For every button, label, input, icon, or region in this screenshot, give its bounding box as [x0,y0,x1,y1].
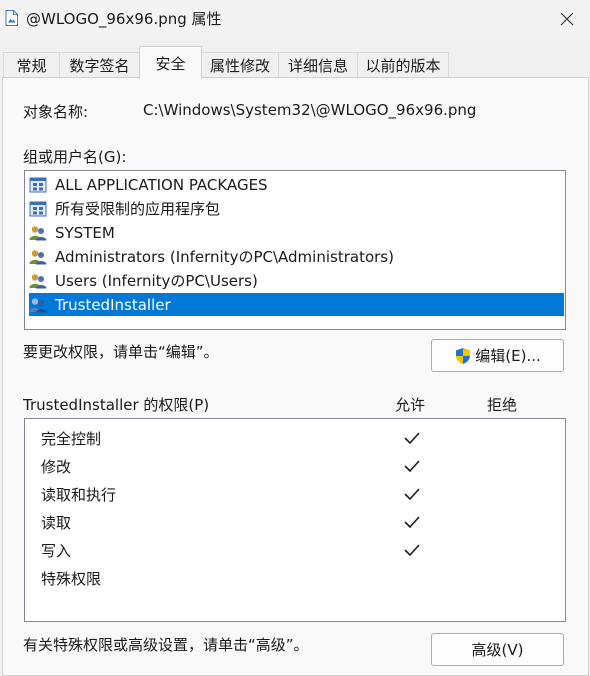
permissions-label: TrustedInstaller 的权限(P) [23,396,210,414]
permission-row: 写入 [25,536,565,564]
groups-label: 组或用户名(G): [23,148,127,166]
tab-general[interactable]: 常规 [3,52,60,78]
permission-row: 读取和执行 [25,480,565,508]
group-item-administrators[interactable]: Administrators (InfernityのPC\Administrat… [29,245,564,268]
check-icon [404,544,420,557]
uac-shield-icon [456,347,471,364]
tab-previous-versions[interactable]: 以前的版本 [357,52,449,78]
edit-button[interactable]: 编辑(E)... [431,339,564,372]
object-name-value: C:\Windows\System32\@WLOGO_96x96.png [143,101,477,119]
permissions-list[interactable]: 完全控制 修改 读取和执行 读取 写入 特殊权限 [24,418,566,622]
security-panel: 对象名称: C:\Windows\System32\@WLOGO_96x96.p… [2,77,589,676]
edit-hint-text: 要更改权限，请单击“编辑”。 [23,343,219,361]
tab-details[interactable]: 详细信息 [278,52,358,78]
close-icon [560,12,574,26]
group-item-users[interactable]: Users (InfernityのPC\Users) [29,269,564,292]
check-icon [404,516,420,529]
users-icon [29,225,47,240]
check-icon [404,432,420,445]
advanced-button[interactable]: 高级(V) [431,633,564,666]
window-title: @WLOGO_96x96.png 属性 [26,10,222,28]
users-icon [29,297,47,312]
tab-security[interactable]: 安全 [139,46,202,79]
image-file-icon [5,10,18,26]
app-package-icon [29,201,47,216]
close-button[interactable] [544,0,590,38]
users-icon [29,249,47,264]
group-item-trustedinstaller[interactable]: TrustedInstaller [29,293,564,316]
tab-strip: 常规 数字签名 安全 属性修改 详细信息 以前的版本 [0,46,590,79]
advanced-hint-text: 有关特殊权限或高级设置，请单击“高级”。 [23,636,309,654]
tab-digital-signatures[interactable]: 数字签名 [59,52,140,78]
allow-column-header: 允许 [395,396,426,414]
permission-row: 完全控制 [25,424,565,452]
object-name-label: 对象名称: [23,103,89,121]
permission-row: 特殊权限 [41,570,102,588]
deny-column-header: 拒绝 [487,396,518,414]
permission-row: 读取 [25,508,565,536]
check-icon [404,460,420,473]
check-icon [404,488,420,501]
app-package-icon [29,177,47,192]
group-item-restricted-packages[interactable]: 所有受限制的应用程序包 [29,197,564,220]
group-item-system[interactable]: SYSTEM [29,221,564,244]
users-icon [29,273,47,288]
permission-row: 修改 [25,452,565,480]
groups-listbox[interactable]: ALL APPLICATION PACKAGES 所有受限制的应用程序包 SYS… [24,170,566,330]
tab-property-modify[interactable]: 属性修改 [201,52,279,78]
title-bar: @WLOGO_96x96.png 属性 [0,0,590,38]
group-item-all-app-packages[interactable]: ALL APPLICATION PACKAGES [29,173,564,196]
